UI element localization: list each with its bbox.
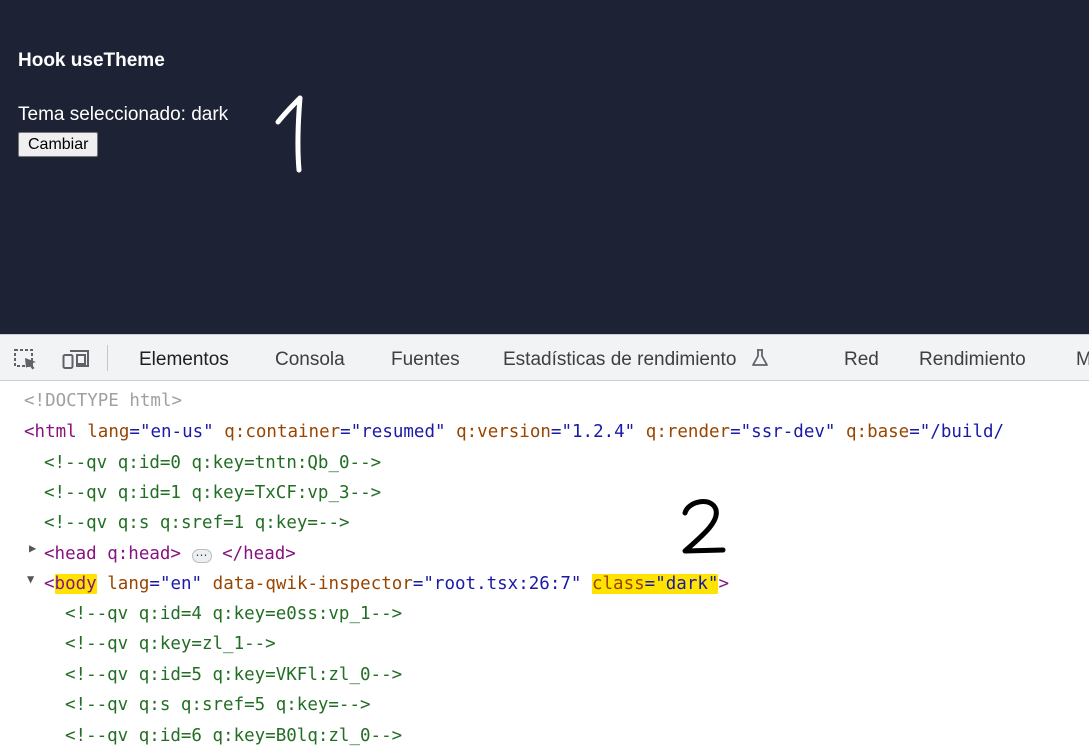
attr-value: "root.tsx:26:7" bbox=[423, 574, 582, 594]
annotation-number-2 bbox=[682, 499, 726, 554]
elements-panel: <!DOCTYPE html> <html lang="en-us" q:con… bbox=[0, 381, 1089, 756]
expand-triangle-icon[interactable]: ▶ bbox=[29, 541, 36, 555]
dom-node-doctype[interactable]: <!DOCTYPE html> bbox=[24, 386, 182, 416]
tab-consola[interactable]: Consola bbox=[275, 335, 345, 380]
tab-overflow[interactable]: M bbox=[1076, 335, 1089, 380]
tab-label: Estadísticas de rendimiento bbox=[503, 349, 737, 370]
attr-value: "en" bbox=[159, 574, 203, 594]
page-heading: Hook useTheme bbox=[18, 50, 165, 71]
comment-text: <!--qv q:key=zl_1--> bbox=[65, 634, 276, 654]
attr-name: q:version bbox=[456, 422, 551, 442]
comment-text: <!--qv q:id=1 q:key=TxCF:vp_3--> bbox=[44, 483, 382, 503]
tab-fuentes[interactable]: Fuentes bbox=[391, 335, 460, 380]
dom-node-comment[interactable]: <!--qv q:id=0 q:key=tntn:Qb_0--> bbox=[44, 448, 381, 478]
dom-node-comment[interactable]: <!--qv q:id=6 q:key=B0lq:zl_0--> bbox=[65, 721, 402, 751]
tab-estadisticas-rendimiento[interactable]: Estadísticas de rendimiento bbox=[503, 335, 770, 380]
selected-theme-text: Tema seleccionado: dark bbox=[18, 104, 229, 125]
change-theme-button[interactable]: Cambiar bbox=[18, 132, 99, 157]
attr-value: "resumed" bbox=[350, 422, 446, 442]
comment-text: <!--qv q:s q:sref=1 q:key=--> bbox=[44, 513, 350, 533]
toolbar-separator bbox=[107, 345, 108, 371]
tab-label: Fuentes bbox=[391, 349, 460, 370]
dom-node-head[interactable]: <head q:head> ⋯ </head> bbox=[44, 539, 296, 569]
attr-name: data-qwik-inspector bbox=[212, 574, 413, 594]
devtools-toolbar: Elementos Consola Fuentes Estadísticas d… bbox=[0, 334, 1089, 381]
comment-text: <!--qv q:id=6 q:key=B0lq:zl_0--> bbox=[65, 726, 403, 746]
dom-node-body[interactable]: <body lang="en" data-qwik-inspector="roo… bbox=[44, 569, 729, 599]
flask-icon bbox=[751, 349, 768, 366]
tab-label: Elementos bbox=[139, 349, 229, 370]
dom-node-comment[interactable]: <!--qv q:s q:sref=1 q:key=--> bbox=[44, 508, 350, 538]
tab-elementos[interactable]: Elementos bbox=[139, 335, 229, 380]
dom-node-comment[interactable]: <!--qv q:id=4 q:key=e0ss:vp_1--> bbox=[65, 599, 402, 629]
dom-node-comment[interactable]: <!--qv q:s q:sref=5 q:key=--> bbox=[65, 690, 371, 720]
attr-value: "ssr-dev" bbox=[740, 422, 836, 442]
attr-value: "/build/ bbox=[919, 422, 1005, 442]
device-toolbar-icon[interactable] bbox=[62, 347, 90, 371]
tab-label: Rendimiento bbox=[919, 349, 1026, 370]
attr-name: q:base bbox=[846, 422, 910, 442]
attr-value: "en-us" bbox=[139, 422, 214, 442]
tab-label: Consola bbox=[275, 349, 345, 370]
tab-rendimiento[interactable]: Rendimiento bbox=[919, 335, 1026, 380]
comment-text: <!--qv q:id=0 q:key=tntn:Qb_0--> bbox=[44, 453, 382, 473]
doctype-text: <!DOCTYPE html> bbox=[24, 391, 183, 411]
attr-name: lang bbox=[87, 422, 130, 442]
attr-name: q:render bbox=[645, 422, 731, 442]
dom-node-comment[interactable]: <!--qv q:id=5 q:key=VKFl:zl_0--> bbox=[65, 660, 402, 690]
head-open-tag: <head q:head> bbox=[44, 544, 181, 564]
attr-name: class bbox=[591, 574, 645, 594]
attr-name: lang bbox=[107, 574, 150, 594]
element-picker-icon[interactable] bbox=[12, 347, 40, 371]
collapse-triangle-icon[interactable]: ▼ bbox=[27, 572, 34, 586]
body-tag-name: body bbox=[54, 574, 97, 594]
comment-text: <!--qv q:id=5 q:key=VKFl:zl_0--> bbox=[65, 665, 403, 685]
dom-node-html[interactable]: <html lang="en-us" q:container="resumed"… bbox=[24, 417, 1004, 447]
tab-label: Red bbox=[844, 349, 879, 370]
head-close-tag: </head> bbox=[222, 544, 296, 564]
attr-value: "1.2.4" bbox=[561, 422, 636, 442]
class-attr-highlight: class="dark" bbox=[591, 574, 719, 594]
tab-red[interactable]: Red bbox=[844, 335, 879, 380]
dom-node-comment[interactable]: <!--qv q:key=zl_1--> bbox=[65, 629, 276, 659]
comment-text: <!--qv q:id=4 q:key=e0ss:vp_1--> bbox=[65, 604, 403, 624]
attr-value: "dark" bbox=[655, 574, 719, 594]
tab-label: M bbox=[1076, 349, 1089, 370]
comment-text: <!--qv q:s q:sref=5 q:key=--> bbox=[65, 695, 371, 715]
dom-node-comment[interactable]: <!--qv q:id=1 q:key=TxCF:vp_3--> bbox=[44, 478, 381, 508]
annotation-number-1 bbox=[275, 95, 303, 173]
app-preview: Hook useTheme Tema seleccionado: dark Ca… bbox=[0, 0, 1089, 334]
ellipsis-icon[interactable]: ⋯ bbox=[191, 549, 212, 563]
attr-name: q:container bbox=[224, 422, 341, 442]
html-tag-name: html bbox=[34, 422, 77, 442]
